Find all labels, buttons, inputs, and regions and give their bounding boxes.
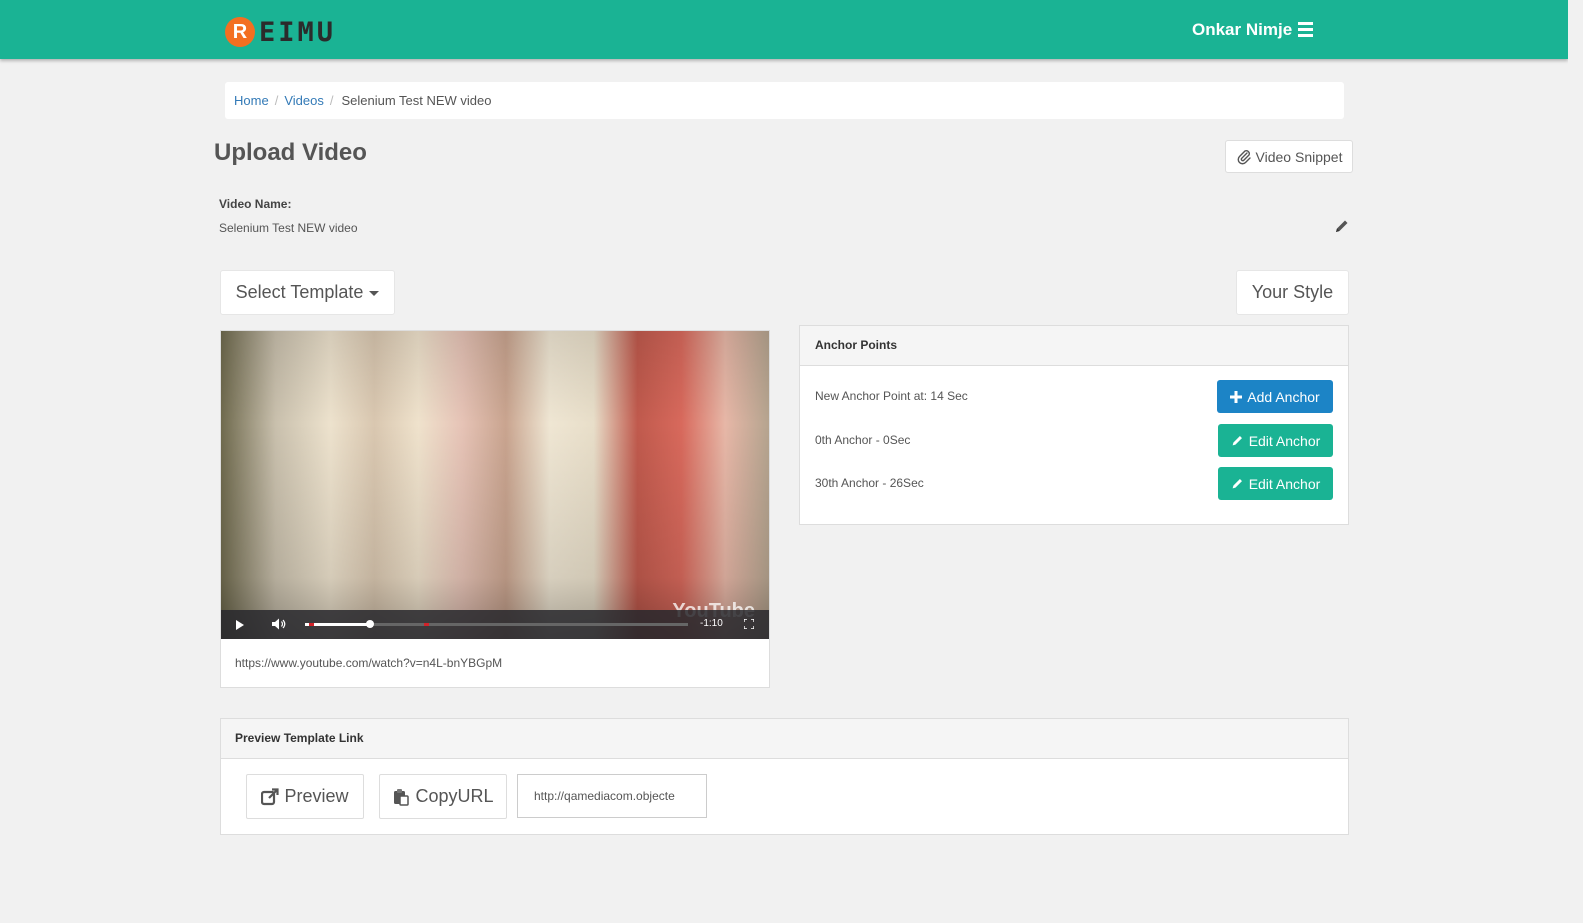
app-logo[interactable]: R EIMU bbox=[225, 16, 336, 48]
breadcrumb-videos-link[interactable]: Videos bbox=[284, 93, 324, 108]
add-anchor-label: Add Anchor bbox=[1247, 388, 1320, 405]
play-icon[interactable] bbox=[236, 620, 244, 630]
video-snippet-label: Video Snippet bbox=[1255, 148, 1343, 165]
preview-link-input[interactable] bbox=[517, 774, 707, 818]
paperclip-icon bbox=[1237, 149, 1251, 164]
breadcrumb-home-link[interactable]: Home bbox=[234, 93, 269, 108]
menu-icon[interactable] bbox=[1298, 21, 1314, 37]
your-style-label: Your Style bbox=[1251, 282, 1334, 302]
anchor-item-label: 30th Anchor - 26Sec bbox=[815, 476, 924, 490]
page-scrollbar[interactable] bbox=[1568, 0, 1583, 923]
your-style-button[interactable]: Your Style bbox=[1236, 270, 1349, 315]
pencil-icon bbox=[1232, 479, 1242, 489]
preview-label: Preview bbox=[284, 786, 349, 806]
seek-bar-played bbox=[305, 623, 371, 626]
pencil-icon bbox=[1232, 436, 1242, 446]
breadcrumb: Home / Videos / Selenium Test NEW video bbox=[225, 82, 1344, 119]
volume-icon[interactable] bbox=[271, 617, 287, 631]
anchor-marker bbox=[308, 623, 314, 626]
logo-mark: R bbox=[225, 17, 255, 47]
video-url: https://www.youtube.com/watch?v=n4L-bnYB… bbox=[235, 656, 503, 670]
breadcrumb-separator: / bbox=[274, 93, 279, 108]
edit-anchor-label: Edit Anchor bbox=[1248, 475, 1321, 492]
logo-text: EIMU bbox=[259, 16, 337, 48]
user-menu[interactable]: Onkar Nimje bbox=[1192, 20, 1314, 40]
time-remaining: -1:10 bbox=[700, 618, 723, 629]
clipboard-icon bbox=[394, 788, 410, 806]
preview-button[interactable]: Preview bbox=[246, 774, 364, 819]
anchor-marker bbox=[423, 623, 429, 626]
breadcrumb-separator: / bbox=[329, 93, 334, 108]
anchor-points-heading: Anchor Points bbox=[800, 326, 1348, 366]
video-name-label: Video Name: bbox=[219, 197, 292, 211]
page-title: Upload Video bbox=[214, 139, 367, 166]
player-controls: -1:10 bbox=[221, 610, 769, 639]
fullscreen-icon[interactable] bbox=[744, 619, 754, 629]
caret-down-icon bbox=[369, 291, 380, 296]
preview-template-panel: Preview Template Link Preview CopyURL bbox=[220, 718, 1349, 835]
external-link-icon bbox=[261, 787, 280, 805]
video-thumbnail bbox=[221, 331, 769, 639]
video-snippet-button[interactable]: Video Snippet bbox=[1225, 140, 1353, 173]
plus-icon bbox=[1230, 390, 1243, 403]
select-template-dropdown[interactable]: Select Template bbox=[220, 270, 395, 315]
copy-url-label: CopyURL bbox=[415, 786, 494, 806]
select-template-label: Select Template bbox=[235, 282, 364, 302]
user-name: Onkar Nimje bbox=[1192, 20, 1293, 39]
preview-template-heading: Preview Template Link bbox=[221, 719, 1348, 759]
video-player-card: YouTube -1:10 https://www.youtube.com/wa… bbox=[220, 330, 770, 688]
new-anchor-text: New Anchor Point at: 14 Sec bbox=[815, 389, 968, 403]
seek-handle[interactable] bbox=[366, 620, 375, 628]
anchor-points-panel: Anchor Points New Anchor Point at: 14 Se… bbox=[799, 325, 1349, 525]
edit-anchor-button[interactable]: Edit Anchor bbox=[1218, 424, 1333, 457]
add-anchor-button[interactable]: Add Anchor bbox=[1217, 380, 1333, 413]
video-name-value: Selenium Test NEW video bbox=[219, 221, 358, 235]
edit-anchor-label: Edit Anchor bbox=[1248, 432, 1321, 449]
edit-video-name-icon[interactable] bbox=[1334, 218, 1350, 234]
top-navbar: R EIMU Onkar Nimje bbox=[0, 0, 1568, 59]
breadcrumb-current: Selenium Test NEW video bbox=[341, 93, 492, 108]
edit-anchor-button[interactable]: Edit Anchor bbox=[1218, 467, 1333, 500]
anchor-item-label: 0th Anchor - 0Sec bbox=[815, 433, 911, 447]
seek-bar[interactable] bbox=[305, 620, 688, 628]
copy-url-button[interactable]: CopyURL bbox=[379, 774, 507, 819]
video-player[interactable]: YouTube -1:10 bbox=[221, 331, 769, 639]
